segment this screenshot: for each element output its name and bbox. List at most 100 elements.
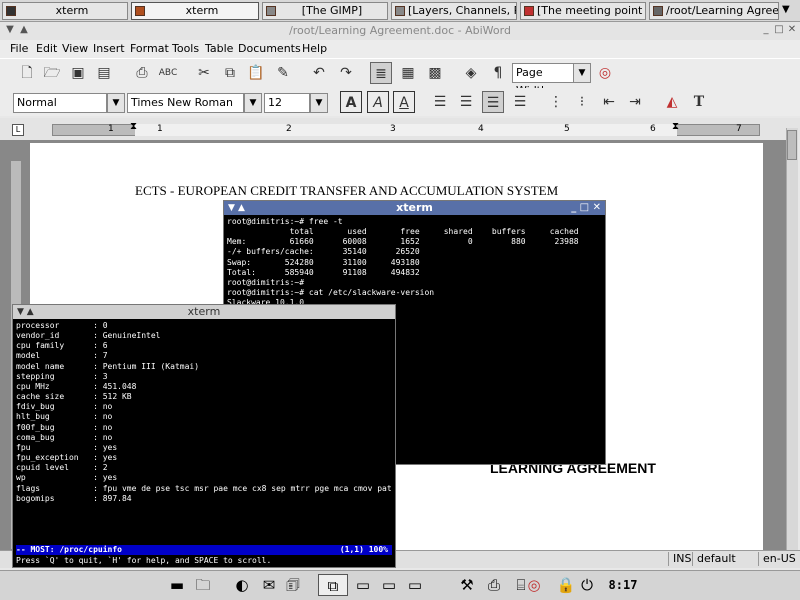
menu-view[interactable]: View xyxy=(62,42,88,55)
cut-icon[interactable]: ✂ xyxy=(193,62,215,84)
window-menu-icon[interactable]: ▼ ▲ xyxy=(17,305,34,319)
menu-insert[interactable]: Insert xyxy=(93,42,125,55)
minimize-icon[interactable]: _ xyxy=(760,24,772,36)
new-document-icon[interactable]: 🗋 xyxy=(16,62,38,84)
decrease-indent-icon[interactable]: ⇤ xyxy=(598,91,620,113)
print-icon[interactable]: ⎙ xyxy=(131,62,153,84)
browser-launcher-icon[interactable]: ◐ xyxy=(231,574,253,596)
menu-format[interactable]: Format xyxy=(130,42,169,55)
maximize-icon[interactable]: □ xyxy=(773,24,785,36)
terminal-line: bogomips : 897.84 xyxy=(16,493,132,503)
settings-tools-icon[interactable]: ⚒ xyxy=(456,574,478,596)
window-menu-icon[interactable]: ▼ ▲ xyxy=(228,201,245,215)
window-menu-icon[interactable]: ▼ xyxy=(4,24,16,36)
right-indent-marker-icon[interactable]: ⧗ xyxy=(672,121,679,132)
task-gimp[interactable]: [The GIMP] xyxy=(262,2,388,20)
xterm-title-bar[interactable]: ▼ ▲ xterm xyxy=(13,305,395,319)
font-dropdown-arrow-icon[interactable]: ▼ xyxy=(244,93,262,113)
input-mode-status: default xyxy=(692,552,756,566)
tab-type-icon[interactable]: L xyxy=(12,124,24,136)
pager-status-bar: -- MOST: /proc/cpuinfo (1,1) 100% xyxy=(16,545,392,555)
printer-icon[interactable]: ⎙ xyxy=(483,574,505,596)
menu-file[interactable]: File xyxy=(10,42,28,55)
undo-icon[interactable]: ↶ xyxy=(308,62,330,84)
menu-tools[interactable]: Tools xyxy=(172,42,199,55)
pager-desktop-3[interactable]: ▭ xyxy=(378,574,400,596)
web-view-icon[interactable]: ▦ xyxy=(397,62,419,84)
gimp-icon xyxy=(395,6,405,16)
terminal-launcher-icon[interactable]: ▬ xyxy=(166,574,188,596)
task-xterm-2[interactable]: xterm xyxy=(131,2,259,20)
align-center-icon[interactable]: ☰ xyxy=(455,91,477,113)
xterm-icon xyxy=(6,6,16,16)
pager-desktop-2[interactable]: ▭ xyxy=(352,574,374,596)
language-status: en-US xyxy=(758,552,798,566)
bold-button[interactable]: A xyxy=(340,91,362,113)
menu-help[interactable]: Help xyxy=(302,42,327,55)
terminal-output[interactable]: processor : 0 vendor_id : GenuineIntel cpu… xyxy=(13,319,395,545)
paint-bucket-icon[interactable]: ◭ xyxy=(661,91,683,113)
insert-image-icon[interactable]: ◈ xyxy=(460,62,482,84)
xterm-cpuinfo-window[interactable]: ▼ ▲ xterm processor : 0 vendor_id : Genui… xyxy=(12,304,396,568)
terminal-line: root@dimitris:~# free -t xyxy=(227,217,343,226)
redo-icon[interactable]: ↷ xyxy=(335,62,357,84)
task-browser[interactable]: [The meeting point - Op xyxy=(520,2,646,20)
doc-heading: ECTS - EUROPEAN CREDIT TRANSFER AND ACCU… xyxy=(135,183,559,198)
documents-icon[interactable]: 🗊 xyxy=(282,574,304,596)
task-abiword[interactable]: /root/Learning Agreeme xyxy=(649,2,779,20)
align-left-icon[interactable]: ☰ xyxy=(429,91,451,113)
help-icon[interactable]: ◎ xyxy=(523,574,545,596)
spellcheck-icon[interactable]: ABC xyxy=(157,62,179,84)
font-select[interactable]: Times New Roman xyxy=(127,93,244,113)
font-size-select[interactable]: 12 xyxy=(264,93,310,113)
font-size-dropdown-arrow-icon[interactable]: ▼ xyxy=(310,93,328,113)
clock[interactable]: 8:17 xyxy=(604,574,642,596)
align-right-icon[interactable]: ☰ xyxy=(482,91,504,113)
open-folder-icon[interactable]: 🗁 xyxy=(41,62,63,84)
vertical-scrollbar[interactable] xyxy=(786,128,798,550)
justify-icon[interactable]: ☰ xyxy=(509,91,531,113)
help-lifebuoy-icon[interactable]: ◎ xyxy=(594,62,616,84)
paste-icon[interactable]: 📋 xyxy=(245,62,267,84)
copy-icon[interactable]: ⧉ xyxy=(219,62,241,84)
window-controls[interactable]: _ □ ✕ xyxy=(571,201,601,215)
style-select[interactable]: Normal xyxy=(13,93,107,113)
save-as-icon[interactable]: ▤ xyxy=(93,62,115,84)
xterm-title-bar[interactable]: ▼ ▲ xterm _ □ ✕ xyxy=(224,201,605,215)
italic-button[interactable]: A xyxy=(367,91,389,113)
text-color-button[interactable]: T xyxy=(688,91,710,113)
normal-view-icon[interactable]: ≣ xyxy=(370,62,392,84)
save-icon[interactable]: ▣ xyxy=(67,62,89,84)
pager-desktop-4[interactable]: ▭ xyxy=(404,574,426,596)
task-list-arrow-icon[interactable]: ▼ xyxy=(782,4,790,15)
task-xterm-1[interactable]: xterm xyxy=(2,2,128,20)
close-icon[interactable]: ✕ xyxy=(786,24,798,36)
left-indent-marker-icon[interactable]: ⧗ xyxy=(130,121,137,132)
menu-table[interactable]: Table xyxy=(205,42,233,55)
terminal-line: fpu : yes xyxy=(16,442,118,452)
style-dropdown-arrow-icon[interactable]: ▼ xyxy=(107,93,125,113)
format-painter-icon[interactable]: ✎ xyxy=(272,62,294,84)
increase-indent-icon[interactable]: ⇥ xyxy=(624,91,646,113)
terminal-line: fpu_exception : yes xyxy=(16,453,118,463)
print-layout-icon[interactable]: ▩ xyxy=(424,62,446,84)
shade-icon[interactable]: ▲ xyxy=(18,24,30,36)
underline-button[interactable]: A xyxy=(393,91,415,113)
menu-documents[interactable]: Documents xyxy=(238,42,301,55)
file-manager-icon[interactable]: 🗀 xyxy=(192,574,214,596)
terminal-line: hlt_bug : no xyxy=(16,412,113,422)
lock-icon[interactable]: 🔒 xyxy=(555,574,577,596)
scrollbar-thumb[interactable] xyxy=(787,130,797,160)
bulleted-list-icon[interactable]: ⁝ xyxy=(571,91,593,113)
task-gimp-layers[interactable]: [Layers, Channels, Paths xyxy=(391,2,517,20)
terminal-line: Total: 585940 91108 494832 xyxy=(227,267,420,277)
logout-icon[interactable]: ⏻ xyxy=(576,574,598,596)
show-formatting-icon[interactable]: ¶ xyxy=(487,62,509,84)
menu-edit[interactable]: Edit xyxy=(36,42,57,55)
mail-icon[interactable]: ✉ xyxy=(258,574,280,596)
desktop-pager-icon[interactable]: ⧉ xyxy=(318,574,348,596)
ruler-text-area xyxy=(135,124,677,136)
zoom-dropdown-arrow-icon[interactable]: ▼ xyxy=(573,63,591,83)
zoom-select[interactable]: Page Width xyxy=(512,63,574,97)
numbered-list-icon[interactable]: ⋮ xyxy=(545,91,567,113)
